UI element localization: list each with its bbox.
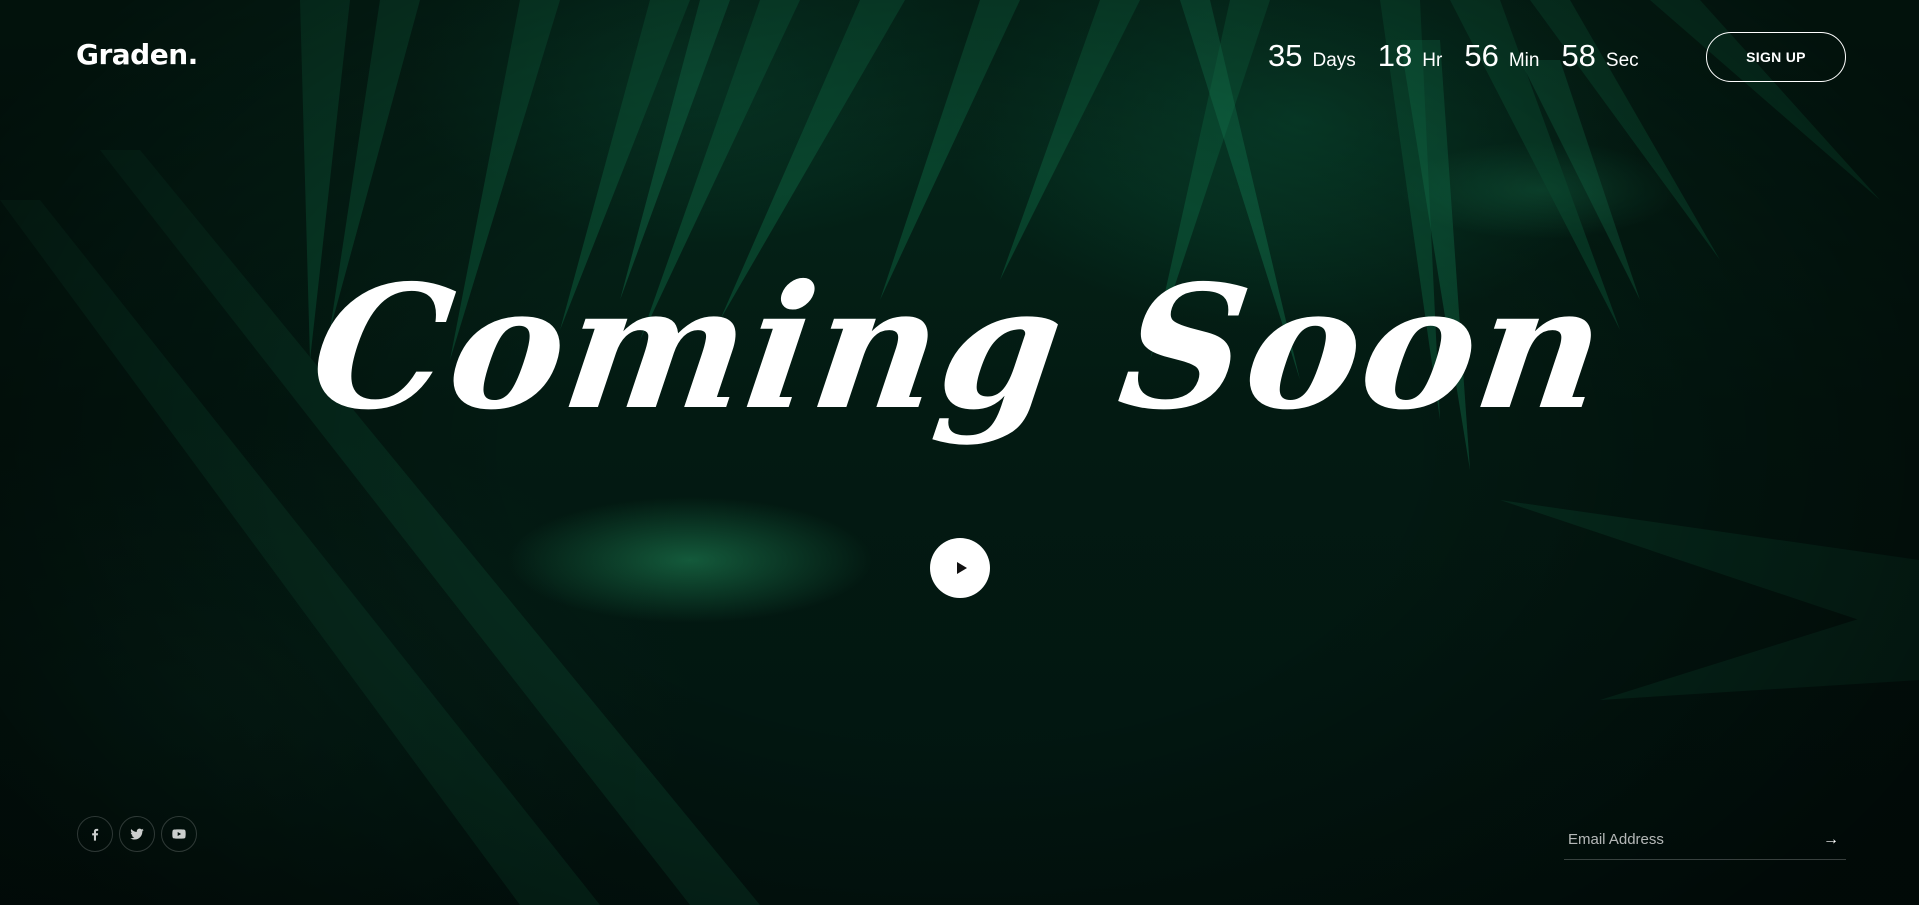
countdown-minutes-label: Min: [1508, 50, 1540, 71]
countdown-seconds-value: 58: [1561, 38, 1596, 73]
social-links: [77, 816, 197, 852]
twitter-icon: [130, 828, 144, 840]
countdown-seconds: 58 Sec: [1561, 38, 1638, 74]
countdown-hours-label: Hr: [1422, 50, 1443, 71]
play-icon: [956, 562, 967, 574]
hero-title: Coming Soon: [300, 248, 1619, 448]
newsletter-form: →: [1564, 820, 1846, 860]
arrow-right-icon[interactable]: →: [1816, 825, 1846, 855]
background-image: [0, 0, 1919, 905]
brand-logo[interactable]: Graden.: [76, 38, 198, 71]
signup-button[interactable]: SIGN UP: [1706, 32, 1846, 82]
youtube-link[interactable]: [161, 816, 197, 852]
countdown-days-value: 35: [1268, 38, 1303, 73]
countdown-hours-value: 18: [1377, 38, 1413, 73]
countdown-days-label: Days: [1312, 50, 1356, 71]
countdown-minutes-value: 56: [1464, 38, 1499, 73]
countdown-seconds-label: Sec: [1605, 50, 1639, 71]
countdown-minutes: 56 Min: [1464, 38, 1539, 74]
facebook-icon: [92, 828, 99, 841]
countdown-hours: 18 Hr: [1378, 38, 1443, 74]
youtube-icon: [172, 829, 186, 839]
twitter-link[interactable]: [119, 816, 155, 852]
play-video-button[interactable]: [930, 538, 990, 598]
countdown-days: 35 Days: [1268, 38, 1356, 74]
email-input[interactable]: [1564, 831, 1816, 848]
facebook-link[interactable]: [77, 816, 113, 852]
countdown-timer: 35 Days 18 Hr 56 Min 58 Sec: [1268, 38, 1661, 74]
